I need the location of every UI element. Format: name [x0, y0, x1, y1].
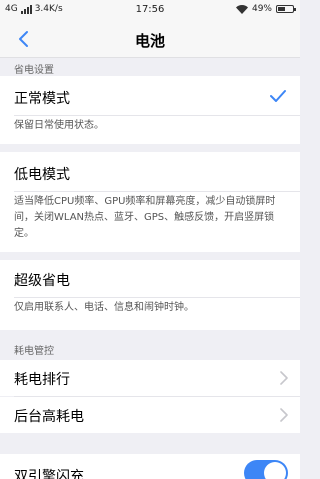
item-label: 耗电排行: [14, 372, 70, 388]
battery-level: [278, 7, 285, 11]
mode-desc: 适当降低CPU频率、GPU频率和屏幕亮度，减少自动锁屏时间，关闭WLAN热点、蓝…: [14, 196, 276, 239]
section-header-power-saving: 省电设置: [14, 65, 54, 76]
toggle-knob: [264, 462, 286, 479]
chevron-right-icon: [280, 371, 288, 385]
mode-label: 低电模式: [14, 167, 70, 183]
status-bar: 4G 3.4K/s 17:56 49%: [0, 0, 300, 20]
divider: [14, 297, 300, 298]
item-label: 双引擎闪充: [14, 469, 84, 479]
wifi-icon: [235, 4, 248, 14]
mode-desc: 保留日常使用状态。: [14, 120, 104, 131]
section-header-power-control: 耗电管控: [14, 346, 54, 357]
dual-engine-toggle[interactable]: [244, 460, 288, 479]
mode-desc: 仅启用联系人、电话、信息和闹钟时钟。: [14, 302, 194, 313]
checkmark-icon: [270, 90, 286, 102]
dual-engine-charge-row: 双引擎闪充: [0, 454, 300, 479]
mode-label: 正常模式: [14, 91, 70, 107]
page-title: 电池: [134, 32, 165, 50]
mode-normal[interactable]: 正常模式 保留日常使用状态。: [0, 76, 300, 144]
chevron-right-icon: [280, 408, 288, 422]
battery-percent: 49%: [251, 4, 272, 14]
battery-icon: [276, 5, 296, 13]
background-high-drain-item[interactable]: 后台高耗电: [0, 397, 300, 433]
status-right: 49%: [235, 4, 296, 14]
mode-label: 超级省电: [14, 273, 70, 289]
divider: [14, 191, 300, 192]
mode-super-saving[interactable]: 超级省电 仅启用联系人、电话、信息和闹钟时钟。: [0, 260, 300, 330]
mode-low-power[interactable]: 低电模式 适当降低CPU频率、GPU频率和屏幕亮度，减少自动锁屏时间，关闭WLA…: [0, 152, 300, 252]
power-ranking-item[interactable]: 耗电排行: [0, 360, 300, 396]
divider: [14, 115, 300, 116]
nav-bar: 电池: [0, 20, 300, 58]
item-label: 后台高耗电: [14, 409, 84, 425]
